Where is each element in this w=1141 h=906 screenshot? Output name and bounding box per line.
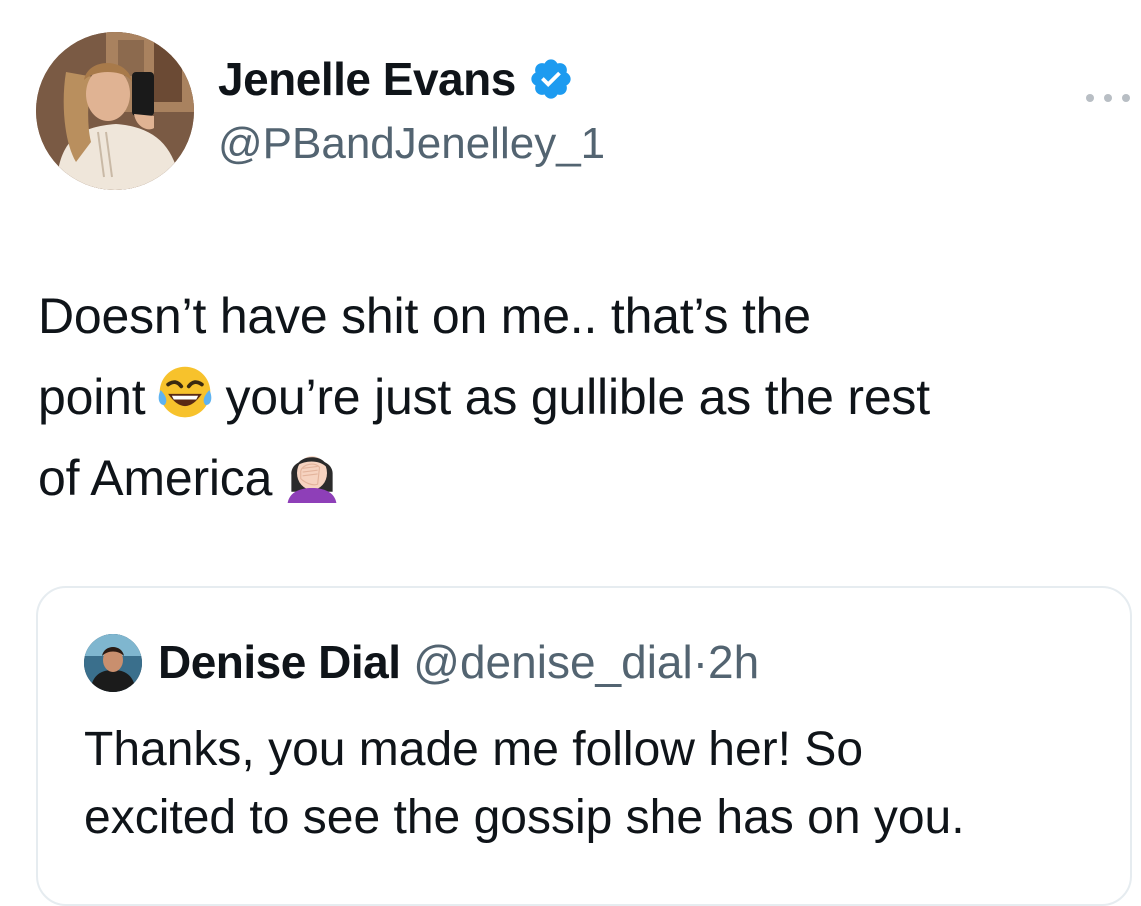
quoted-author-avatar[interactable]	[84, 634, 142, 692]
quoted-author-name[interactable]: Denise Dial	[158, 636, 401, 688]
woman-facepalming-icon	[282, 443, 342, 503]
tweet-line-3: of America	[38, 438, 1138, 519]
quoted-text: Thanks, you made me follow her! So excit…	[84, 716, 1104, 852]
tweet-text-america: of America	[38, 450, 273, 506]
face-with-tears-of-joy-icon	[155, 362, 215, 422]
author-handle[interactable]: @PBandJenelley_1	[218, 118, 605, 170]
quoted-header: Denise Dial @denise_dial·2h	[158, 632, 759, 692]
separator-dot: ·	[692, 636, 709, 688]
more-dot	[1122, 94, 1130, 102]
quoted-author-handle[interactable]: @denise_dial	[413, 636, 692, 688]
quoted-text-line-1: Thanks, you made me follow her! So	[84, 723, 864, 776]
tweet-line-2: point you’re just as gullible as the res…	[38, 357, 1138, 438]
quoted-text-line-2: excited to see the gossip she has on you…	[84, 791, 965, 844]
quoted-tweet-card[interactable]: Denise Dial @denise_dial·2h Thanks, you …	[36, 586, 1132, 906]
author-name[interactable]: Jenelle Evans	[218, 52, 516, 106]
verified-badge-icon	[528, 56, 574, 102]
tweet-text: Doesn’t have shit on me.. that’s the poi…	[38, 276, 1138, 519]
more-options-icon[interactable]	[1086, 88, 1130, 108]
more-dot	[1086, 94, 1094, 102]
quoted-timestamp[interactable]: 2h	[708, 636, 759, 688]
more-dot	[1104, 94, 1112, 102]
author-avatar[interactable]	[36, 32, 194, 190]
tweet-text-gullible: you’re just as gullible as the rest	[225, 369, 930, 425]
tweet-line-1: Doesn’t have shit on me.. that’s the	[38, 288, 811, 344]
tweet-text-point: point	[38, 369, 146, 425]
